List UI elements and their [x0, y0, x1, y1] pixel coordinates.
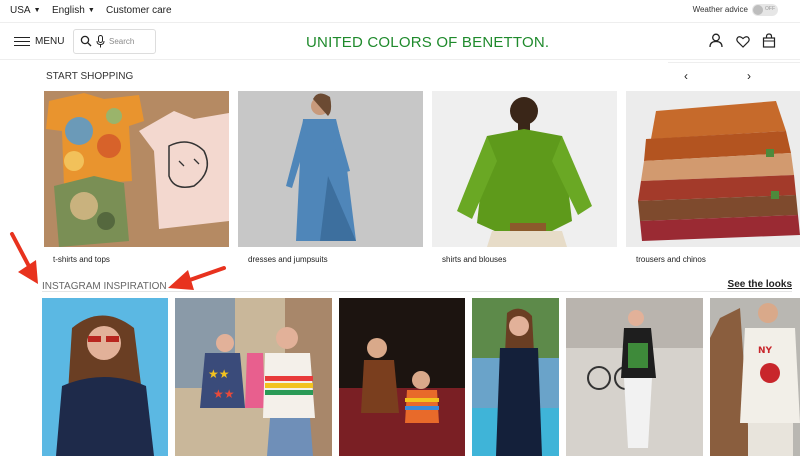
toggle-state: OFF: [765, 6, 775, 12]
instagram-image: NY: [710, 298, 800, 456]
svg-text:NY: NY: [758, 346, 773, 356]
microphone-icon[interactable]: [96, 35, 105, 48]
instagram-post[interactable]: [42, 298, 168, 456]
category-card-dresses[interactable]: [238, 91, 423, 247]
language-selector[interactable]: English ▼: [52, 5, 95, 16]
utility-bar: USA ▼ English ▼ Customer care Weather advi…: [0, 0, 800, 22]
see-the-looks-link[interactable]: See the looks: [728, 279, 792, 290]
start-shopping-title: START SHOPPING: [46, 71, 134, 82]
chevron-down-icon: ▼: [87, 7, 95, 14]
trousers-image: [626, 91, 800, 247]
instagram-post[interactable]: NY: [710, 298, 800, 456]
instagram-post[interactable]: [339, 298, 465, 456]
category-label[interactable]: dresses and jumpsuits: [248, 255, 328, 264]
hamburger-icon: [14, 36, 30, 47]
shirts-image: [432, 91, 617, 247]
annotation-arrow: [10, 232, 38, 284]
instagram-image: [339, 298, 465, 456]
category-label[interactable]: t-shirts and tops: [53, 255, 110, 264]
chevron-right-icon[interactable]: ›: [747, 69, 751, 83]
category-card-shirts[interactable]: [432, 91, 617, 247]
category-card-trousers[interactable]: [626, 91, 800, 247]
search-input[interactable]: Search: [73, 29, 156, 54]
section-divider: [42, 291, 792, 292]
category-label[interactable]: trousers and chinos: [636, 255, 706, 264]
instagram-image: [472, 298, 559, 456]
heart-icon[interactable]: [736, 35, 750, 48]
main-header: MENU Search UNITED COLORS OF BENETTON.: [0, 22, 800, 60]
weather-toggle[interactable]: OFF: [752, 4, 778, 16]
instagram-post[interactable]: [472, 298, 559, 456]
instagram-image: ★★ ★★: [175, 298, 332, 456]
menu-button[interactable]: MENU: [14, 36, 64, 47]
bag-icon[interactable]: [762, 33, 776, 48]
category-label[interactable]: shirts and blouses: [442, 255, 506, 264]
instagram-post[interactable]: [566, 298, 703, 456]
search-placeholder: Search: [109, 37, 135, 46]
chevron-left-icon[interactable]: ‹: [684, 69, 688, 83]
instagram-post[interactable]: ★★ ★★: [175, 298, 332, 456]
toggle-knob: [753, 5, 763, 15]
language-label: English: [52, 5, 85, 16]
user-icon[interactable]: [709, 33, 723, 48]
country-selector[interactable]: USA ▼: [10, 5, 41, 16]
chevron-down-icon: ▼: [33, 7, 41, 14]
customer-care-link[interactable]: Customer care: [106, 5, 172, 16]
dresses-image: [238, 91, 423, 247]
carousel-divider: [668, 62, 800, 63]
svg-text:★★: ★★: [208, 367, 230, 381]
tshirts-image: [44, 91, 229, 247]
instagram-image: [42, 298, 168, 456]
menu-label: MENU: [35, 36, 65, 47]
country-label: USA: [10, 5, 31, 16]
instagram-image: [566, 298, 703, 456]
annotation-arrow: [168, 266, 226, 290]
svg-text:★★: ★★: [213, 387, 235, 401]
search-icon[interactable]: [80, 35, 92, 47]
weather-advice-label: Weather advice: [692, 5, 748, 14]
category-card-tshirts[interactable]: [44, 91, 229, 247]
brand-logo[interactable]: UNITED COLORS OF BENETTON.: [306, 34, 549, 51]
